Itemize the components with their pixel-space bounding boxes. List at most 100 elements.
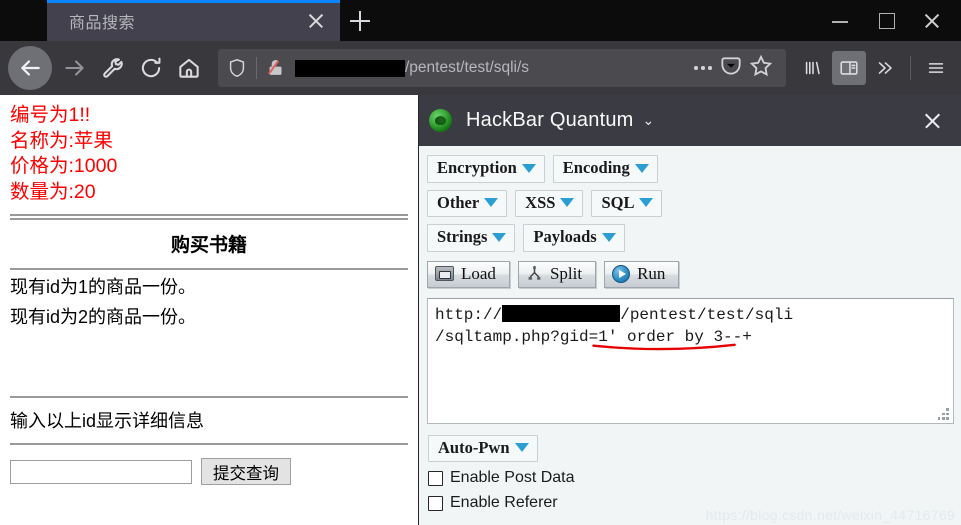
app-menu-button[interactable]	[919, 51, 953, 85]
double-chevron-right-icon	[878, 62, 892, 74]
hamburger-menu-icon	[928, 63, 944, 73]
caret-down-icon	[634, 163, 649, 173]
detail-line: 价格为:1000	[10, 155, 118, 177]
url-path: /pentest/test/sqli/s	[405, 59, 530, 76]
url-textarea-wrapper: http:// /pentest/test/sqli /sqltamp.php?g…	[427, 297, 954, 424]
navigation-toolbar: /pentest/test/sqli/s	[0, 41, 961, 95]
load-label: Load	[461, 264, 496, 283]
hackbar-title: HackBar Quantum	[466, 109, 634, 131]
watermark: https://blog.csdn.net/weixin_44716769	[705, 507, 955, 523]
address-bar-actions	[688, 53, 778, 83]
title-bar: 商品搜索	[0, 0, 961, 41]
dropdown-label: Payloads	[533, 227, 597, 246]
split-button[interactable]: Split	[517, 260, 597, 288]
page-heading: 购买书籍	[170, 235, 247, 256]
library-button[interactable]	[796, 51, 830, 85]
action-button-row: Load Split Run	[427, 260, 953, 288]
toolbar-separator	[910, 56, 911, 80]
run-button[interactable]: Run	[604, 260, 680, 288]
url-path-line1: /pentest/test/sqli	[620, 305, 794, 324]
list-item: 现有id为2的商品一份。	[10, 307, 197, 327]
detail-line: 数量为:20	[10, 180, 96, 203]
auto-pwn-label: Auto-Pwn	[438, 437, 510, 457]
library-icon	[805, 61, 820, 75]
auto-pwn-dropdown[interactable]: Auto-Pwn	[428, 434, 538, 462]
hackbar-header: HackBar Quantum ⌄	[419, 95, 961, 146]
sidebar-toggle-button[interactable]	[832, 51, 866, 85]
hackbar-close-icon[interactable]	[917, 106, 947, 136]
url-text: /pentest/test/sqli/s	[295, 59, 688, 77]
web-page: 编号为1!! 名称为:苹果 价格为:1000 数量为:20 购买书籍 现有id为…	[0, 95, 418, 525]
sidebar-toggle-icon	[840, 61, 858, 75]
dropdown-label: Encryption	[437, 158, 517, 177]
overflow-menu-button[interactable]	[868, 51, 902, 85]
payloads-dropdown[interactable]: Payloads	[523, 224, 625, 252]
hackbar-panel: HackBar Quantum ⌄ Encryption Encoding Ot…	[418, 95, 961, 525]
forward-arrow-icon	[65, 60, 84, 76]
caret-down-icon	[514, 443, 529, 453]
redacted-host-block	[502, 304, 621, 322]
home-icon	[179, 58, 199, 78]
bookmark-star-icon[interactable]	[748, 53, 778, 83]
enable-referer-checkbox[interactable]	[428, 495, 443, 511]
dropdown-row-1: Encryption Encoding	[427, 155, 953, 183]
encryption-dropdown[interactable]: Encryption	[427, 155, 545, 183]
load-button[interactable]: Load	[427, 260, 510, 288]
chevron-down-icon[interactable]: ⌄	[643, 112, 655, 129]
id-search-input[interactable]	[10, 459, 192, 484]
page-actions-ellipsis-icon[interactable]	[688, 53, 718, 83]
caret-down-icon	[560, 198, 575, 208]
caret-down-icon	[601, 232, 616, 242]
encoding-dropdown[interactable]: Encoding	[552, 155, 658, 183]
run-icon	[612, 264, 631, 283]
hackbar-footer: Auto-Pwn Enable Post Data Enable Referer	[419, 424, 961, 513]
load-icon	[435, 266, 454, 281]
wrench-icon	[103, 58, 123, 78]
caret-down-icon	[492, 232, 507, 242]
back-arrow-icon	[21, 60, 40, 76]
hackbar-body: Encryption Encoding Other XSS SQL String…	[419, 146, 961, 424]
home-button[interactable]	[170, 49, 208, 87]
run-label: Run	[637, 264, 666, 283]
reload-button[interactable]	[132, 49, 170, 87]
submit-query-button[interactable]: 提交查询	[201, 458, 291, 485]
window-close-button[interactable]	[909, 0, 955, 41]
dropdown-label: XSS	[525, 192, 556, 212]
address-bar-separator	[256, 57, 257, 79]
search-form: 提交查询	[10, 445, 408, 485]
list-item: 现有id为1的商品一份。	[10, 277, 197, 297]
detail-line: 名称为:苹果	[10, 129, 113, 152]
url-payload-line: /sqltamp.php?gid=1' order by 3--+	[435, 327, 752, 346]
enable-post-data-checkbox[interactable]	[428, 470, 443, 486]
window-minimize-button[interactable]	[817, 0, 863, 41]
textarea-resize-grip[interactable]	[937, 408, 949, 420]
developer-tools-button[interactable]	[94, 49, 132, 87]
back-button[interactable]	[8, 46, 52, 90]
toolbar-right-actions	[796, 51, 953, 85]
dropdown-row-3: Strings Payloads	[427, 224, 953, 252]
dropdown-row-2: Other XSS SQL	[427, 189, 953, 217]
input-prompt: 输入以上id显示详细信息	[10, 411, 205, 431]
window-controls	[817, 0, 961, 41]
forward-button[interactable]	[56, 49, 94, 87]
window-maximize-button[interactable]	[863, 0, 909, 41]
browser-tab-active[interactable]: 商品搜索	[47, 0, 340, 41]
other-dropdown[interactable]: Other	[427, 189, 508, 217]
strings-dropdown[interactable]: Strings	[427, 224, 516, 252]
dropdown-label: Strings	[437, 227, 488, 246]
xss-dropdown[interactable]: XSS	[515, 189, 584, 217]
new-tab-button[interactable]	[340, 0, 380, 41]
sql-dropdown[interactable]: SQL	[591, 189, 663, 217]
pocket-icon[interactable]	[718, 53, 748, 83]
address-bar[interactable]: /pentest/test/sqli/s	[218, 49, 786, 87]
dropdown-label: Other	[437, 192, 480, 212]
dropdown-label: SQL	[601, 192, 635, 212]
enable-post-data-row[interactable]: Enable Post Data	[428, 469, 953, 487]
url-textarea[interactable]: http:// /pentest/test/sqli /sqltamp.php?g…	[427, 297, 954, 424]
dropdown-label: Encoding	[562, 158, 630, 177]
hackbar-addon-icon	[429, 109, 452, 132]
tab-close-icon[interactable]	[302, 7, 330, 35]
split-label: Split	[549, 264, 583, 283]
broken-lock-icon	[268, 60, 282, 75]
